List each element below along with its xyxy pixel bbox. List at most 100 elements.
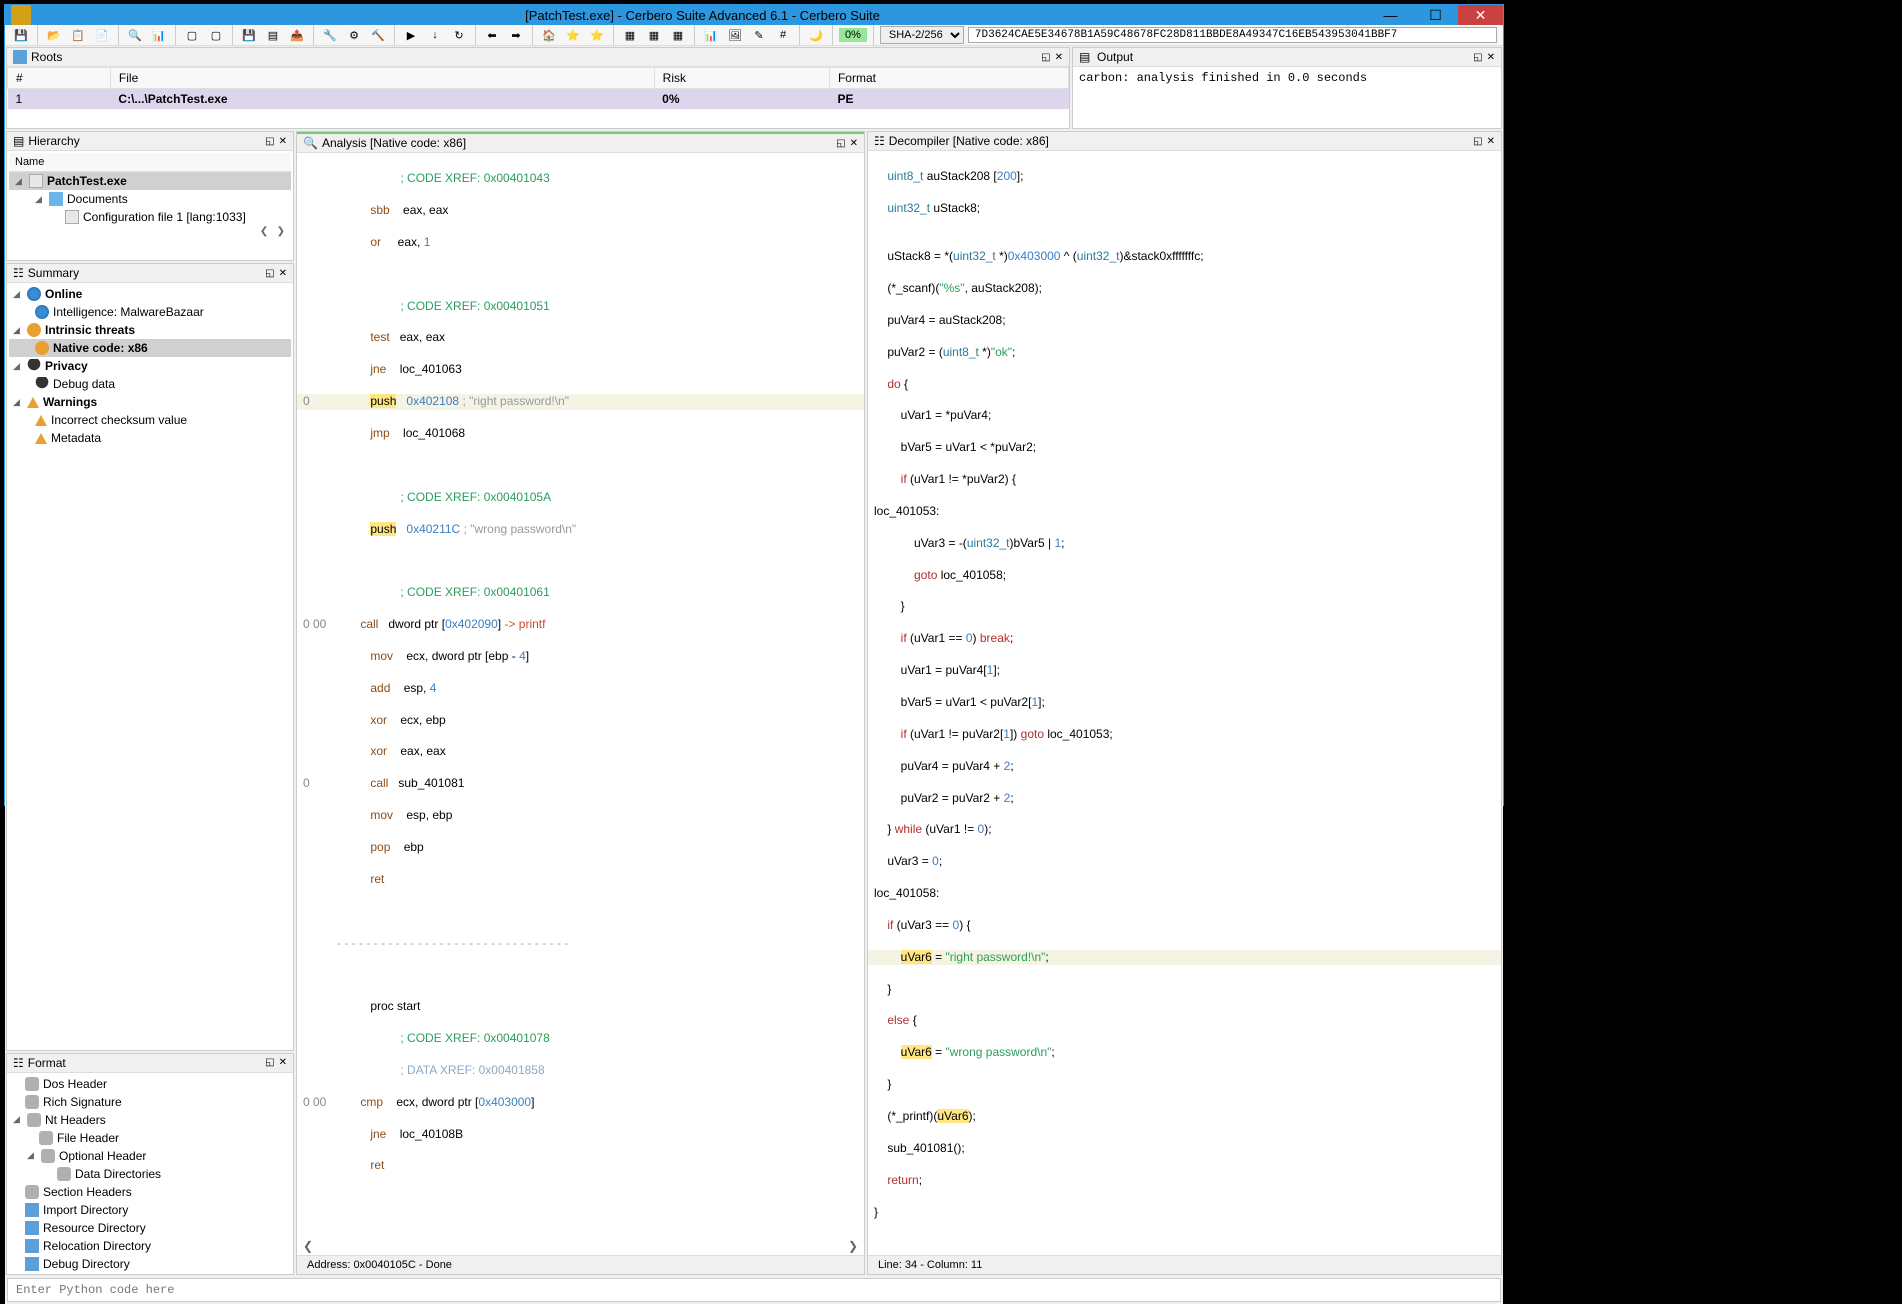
home-button[interactable]: 🏠 (539, 25, 559, 45)
undock-icon[interactable]: ◱ (1473, 136, 1482, 147)
format-datadir[interactable]: Data Directories (9, 1165, 291, 1183)
back-button[interactable]: ⬅ (482, 25, 502, 45)
summary-online[interactable]: ◢Online (9, 285, 291, 303)
layout1-button[interactable]: ▦ (620, 25, 640, 45)
summary-debug[interactable]: Debug data (9, 375, 291, 393)
action1-button[interactable]: 🔧 (320, 25, 340, 45)
scroll-right[interactable]: ❯ (848, 1239, 858, 1253)
bookmark-button[interactable]: ⭐ (563, 25, 583, 45)
folder-icon (49, 192, 63, 206)
summary-intel[interactable]: Intelligence: MalwareBazaar (9, 303, 291, 321)
folder-icon (25, 1221, 39, 1235)
undock-icon[interactable]: ◱ (265, 136, 274, 147)
extract-button[interactable]: 📤 (287, 25, 307, 45)
format-resource[interactable]: Resource Directory (9, 1219, 291, 1237)
summary-checksum[interactable]: Incorrect checksum value (9, 411, 291, 429)
search-button[interactable]: 🔍 (125, 25, 145, 45)
decompiler-view[interactable]: uint8_t auStack208 [200]; uint32_t uStac… (868, 151, 1501, 1255)
hash-button[interactable]: # (773, 25, 793, 45)
window-controls: — ☐ ✕ (1368, 5, 1503, 25)
close-icon[interactable]: ✕ (850, 138, 858, 149)
hierarchy-documents[interactable]: ◢ Documents (9, 190, 291, 208)
roots-title: Roots (31, 50, 1037, 64)
image-button[interactable]: 🖼 (725, 25, 745, 45)
summary-metadata[interactable]: Metadata (9, 429, 291, 447)
col-file[interactable]: File (110, 68, 654, 89)
undock-icon[interactable]: ◱ (1473, 52, 1482, 63)
summary-native[interactable]: Native code: x86 (9, 339, 291, 357)
file-icon (65, 210, 79, 224)
summary-intrinsic[interactable]: ◢Intrinsic threats (9, 321, 291, 339)
undock-icon[interactable]: ◱ (1041, 52, 1050, 63)
action2-button[interactable]: ⚙ (344, 25, 364, 45)
search-icon: 🔍 (303, 136, 318, 150)
close-icon[interactable]: ✕ (279, 136, 287, 147)
collapse-icon[interactable]: ◢ (35, 194, 45, 205)
window2-button[interactable]: ▢ (206, 25, 226, 45)
action3-button[interactable]: 🔨 (368, 25, 388, 45)
close-button[interactable]: ✕ (1458, 5, 1503, 25)
copy-button[interactable]: 📋 (68, 25, 88, 45)
open-button[interactable]: 📂 (44, 25, 64, 45)
save-dropdown-button[interactable]: 💾 (11, 25, 31, 45)
down-button[interactable]: ↓ (425, 25, 445, 45)
python-input[interactable] (7, 1278, 1501, 1302)
cascade-button[interactable]: ▤ (263, 25, 283, 45)
decompiler-title: Decompiler [Native code: x86] (889, 134, 1469, 148)
close-icon[interactable]: ✕ (1487, 136, 1495, 147)
format-opth[interactable]: ◢Optional Header (9, 1147, 291, 1165)
moon-button[interactable]: 🌙 (806, 25, 826, 45)
maximize-button[interactable]: ☐ (1413, 5, 1458, 25)
summary-privacy[interactable]: ◢Privacy (9, 357, 291, 375)
summary-icon: ☷ (13, 266, 24, 280)
close-icon[interactable]: ✕ (279, 1057, 287, 1068)
layout2-button[interactable]: ▦ (644, 25, 664, 45)
report-button[interactable]: 📊 (149, 25, 169, 45)
bookmarks-button[interactable]: ⭐ (587, 25, 607, 45)
close-icon[interactable]: ✕ (279, 268, 287, 279)
scroll-right[interactable]: ❮ ❯ (9, 226, 291, 237)
clipboard-button[interactable]: 📄 (92, 25, 112, 45)
close-icon[interactable]: ✕ (1055, 52, 1063, 63)
hash-algo-select[interactable]: SHA-2/256 (880, 26, 964, 44)
scroll-left[interactable]: ❮ (303, 1239, 313, 1253)
roots-row[interactable]: 1 C:\...\PatchTest.exe 0% PE (8, 89, 1069, 110)
hierarchy-config[interactable]: Configuration file 1 [lang:1033] (9, 208, 291, 226)
main-window: [PatchTest.exe] - Cerbero Suite Advanced… (4, 4, 1504, 806)
app-icon (11, 5, 31, 25)
undock-icon[interactable]: ◱ (265, 268, 274, 279)
collapse-icon[interactable]: ◢ (15, 176, 25, 187)
chart-button[interactable]: 📊 (701, 25, 721, 45)
forward-button[interactable]: ➡ (506, 25, 526, 45)
col-format[interactable]: Format (829, 68, 1068, 89)
layout3-button[interactable]: ▦ (668, 25, 688, 45)
hash-display[interactable]: 7D3624CAE5E34678B1A59C48678FC28D811BBDE8… (968, 27, 1497, 43)
run-button[interactable]: ▶ (401, 25, 421, 45)
file-icon (29, 174, 43, 188)
minimize-button[interactable]: — (1368, 5, 1413, 25)
format-import[interactable]: Import Directory (9, 1201, 291, 1219)
summary-warnings[interactable]: ◢Warnings (9, 393, 291, 411)
format-dos[interactable]: Dos Header (9, 1075, 291, 1093)
window1-button[interactable]: ▢ (182, 25, 202, 45)
format-reloc[interactable]: Relocation Directory (9, 1237, 291, 1255)
format-nt[interactable]: ◢Nt Headers (9, 1111, 291, 1129)
close-icon[interactable]: ✕ (1487, 52, 1495, 63)
disk-button[interactable]: 💾 (239, 25, 259, 45)
warning-icon (27, 397, 39, 408)
format-rich[interactable]: Rich Signature (9, 1093, 291, 1111)
format-panel: ☷ Format ◱ ✕ Dos Header Rich Signature ◢… (6, 1053, 294, 1275)
col-risk[interactable]: Risk (654, 68, 829, 89)
undock-icon[interactable]: ◱ (265, 1057, 274, 1068)
undock-icon[interactable]: ◱ (836, 138, 845, 149)
refresh-button[interactable]: ↻ (449, 25, 469, 45)
edit-button[interactable]: ✎ (749, 25, 769, 45)
hierarchy-col-name[interactable]: Name (9, 153, 291, 172)
format-fileh[interactable]: File Header (9, 1129, 291, 1147)
hierarchy-root[interactable]: ◢ PatchTest.exe (9, 172, 291, 190)
format-debugdir[interactable]: Debug Directory (9, 1255, 291, 1273)
format-icon: ☷ (13, 1056, 24, 1070)
disassembly-view[interactable]: ; CODE XREF: 0x00401043 sbb eax, eax or … (297, 153, 864, 1237)
col-num[interactable]: # (8, 68, 111, 89)
format-sect[interactable]: Section Headers (9, 1183, 291, 1201)
